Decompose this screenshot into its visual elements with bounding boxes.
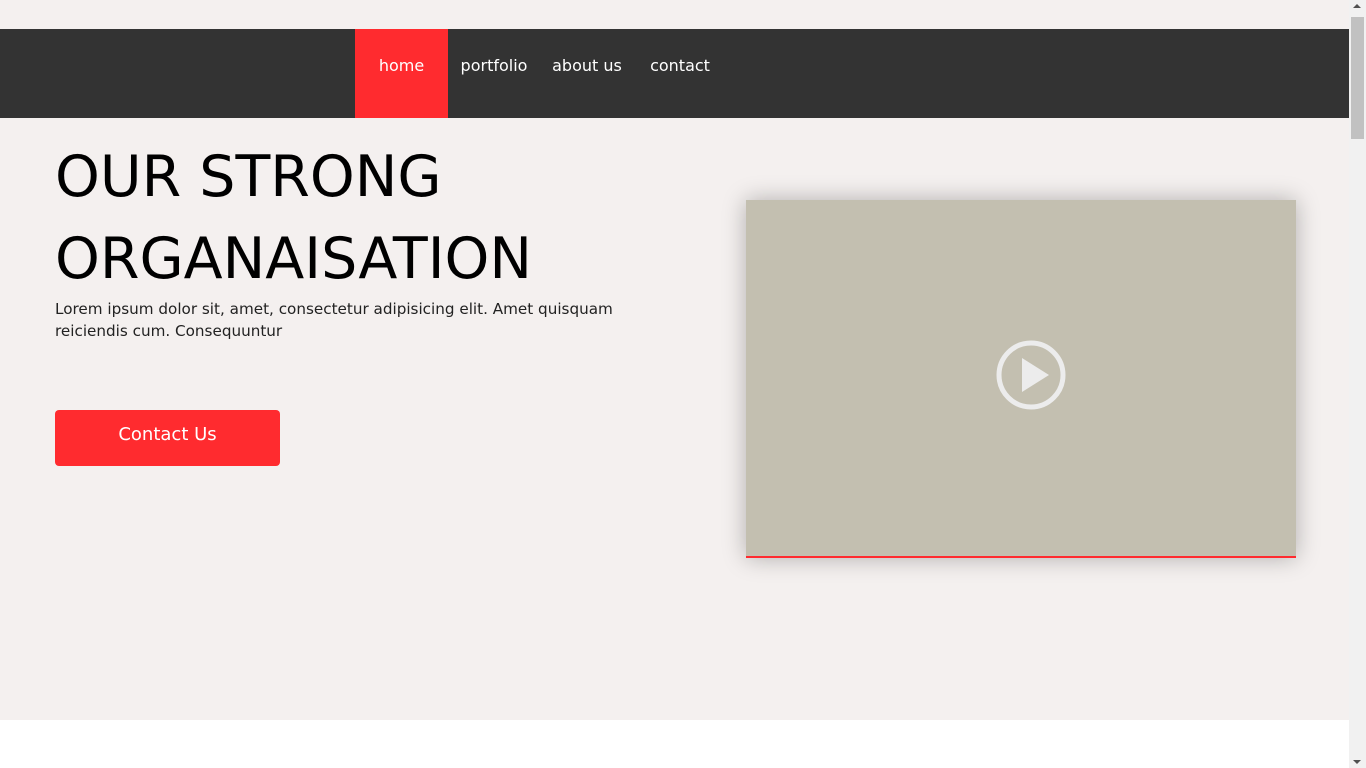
top-navbar: home portfolio about us contact [0,29,1349,118]
play-circle-icon[interactable] [995,339,1067,411]
hero-description: Lorem ipsum dolor sit, amet, consectetur… [55,300,613,340]
video-player[interactable] [746,200,1296,558]
next-section [0,720,1349,768]
nav-item-home[interactable]: home [355,29,448,118]
contact-us-button[interactable]: Contact Us [55,410,280,466]
hero-title: OUR STRONG ORGANAISATION [55,136,532,300]
scrollbar-thumb[interactable] [1351,17,1364,139]
scroll-down-arrow-icon[interactable] [1353,760,1361,764]
hero-title-line-1: OUR STRONG [55,144,442,210]
scroll-up-arrow-icon[interactable] [1353,4,1361,8]
vertical-scrollbar[interactable] [1349,0,1366,768]
nav-item-about-us[interactable]: about us [546,29,628,118]
nav-item-portfolio[interactable]: portfolio [455,29,533,118]
page: home portfolio about us contact OUR STRO… [0,0,1349,768]
hero-title-line-2: ORGANAISATION [55,226,533,292]
nav-item-contact[interactable]: contact [645,29,715,118]
